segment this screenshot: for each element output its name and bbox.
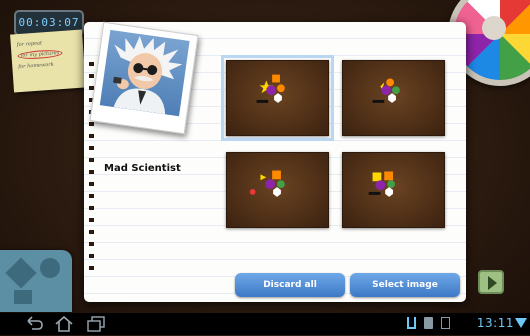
image-thumbnail[interactable] xyxy=(342,152,445,228)
back-icon[interactable] xyxy=(22,316,46,332)
image-thumbnail[interactable] xyxy=(226,152,329,228)
image-icon xyxy=(441,317,450,329)
rectangle-shape-hole xyxy=(14,290,32,304)
mad-scientist-avatar xyxy=(99,29,190,117)
sticky-note-line: for my pictures xyxy=(17,48,63,61)
usb-icon xyxy=(407,317,416,329)
image-thumbnail[interactable] xyxy=(342,60,445,136)
sticky-note-line: for homework xyxy=(18,61,54,71)
system-navigation-bar: 13:11 xyxy=(0,313,530,335)
avatar-name-label: Mad Scientist xyxy=(104,163,181,174)
status-clock: 13:11 xyxy=(476,316,514,330)
select-image-button[interactable]: Select image xyxy=(350,273,460,297)
status-icons xyxy=(407,317,450,331)
discard-all-button[interactable]: Discard all xyxy=(235,273,345,297)
home-icon[interactable] xyxy=(52,315,76,332)
sticky-note: for repeat for my pictures for homework xyxy=(10,29,86,93)
shapes-tray[interactable] xyxy=(0,250,72,312)
diamond-shape-hole xyxy=(5,257,37,289)
play-button[interactable] xyxy=(478,270,504,294)
circle-shape-hole xyxy=(40,258,60,278)
wifi-icon xyxy=(515,318,527,328)
avatar-photo xyxy=(89,21,199,135)
sticky-note-line: for repeat xyxy=(16,40,43,49)
sd-card-icon xyxy=(424,317,433,329)
image-thumbnail[interactable] xyxy=(221,55,334,141)
recent-apps-icon[interactable] xyxy=(84,316,108,332)
image-picker-dialog: Mad Scientist Discard all Select image xyxy=(84,21,466,302)
